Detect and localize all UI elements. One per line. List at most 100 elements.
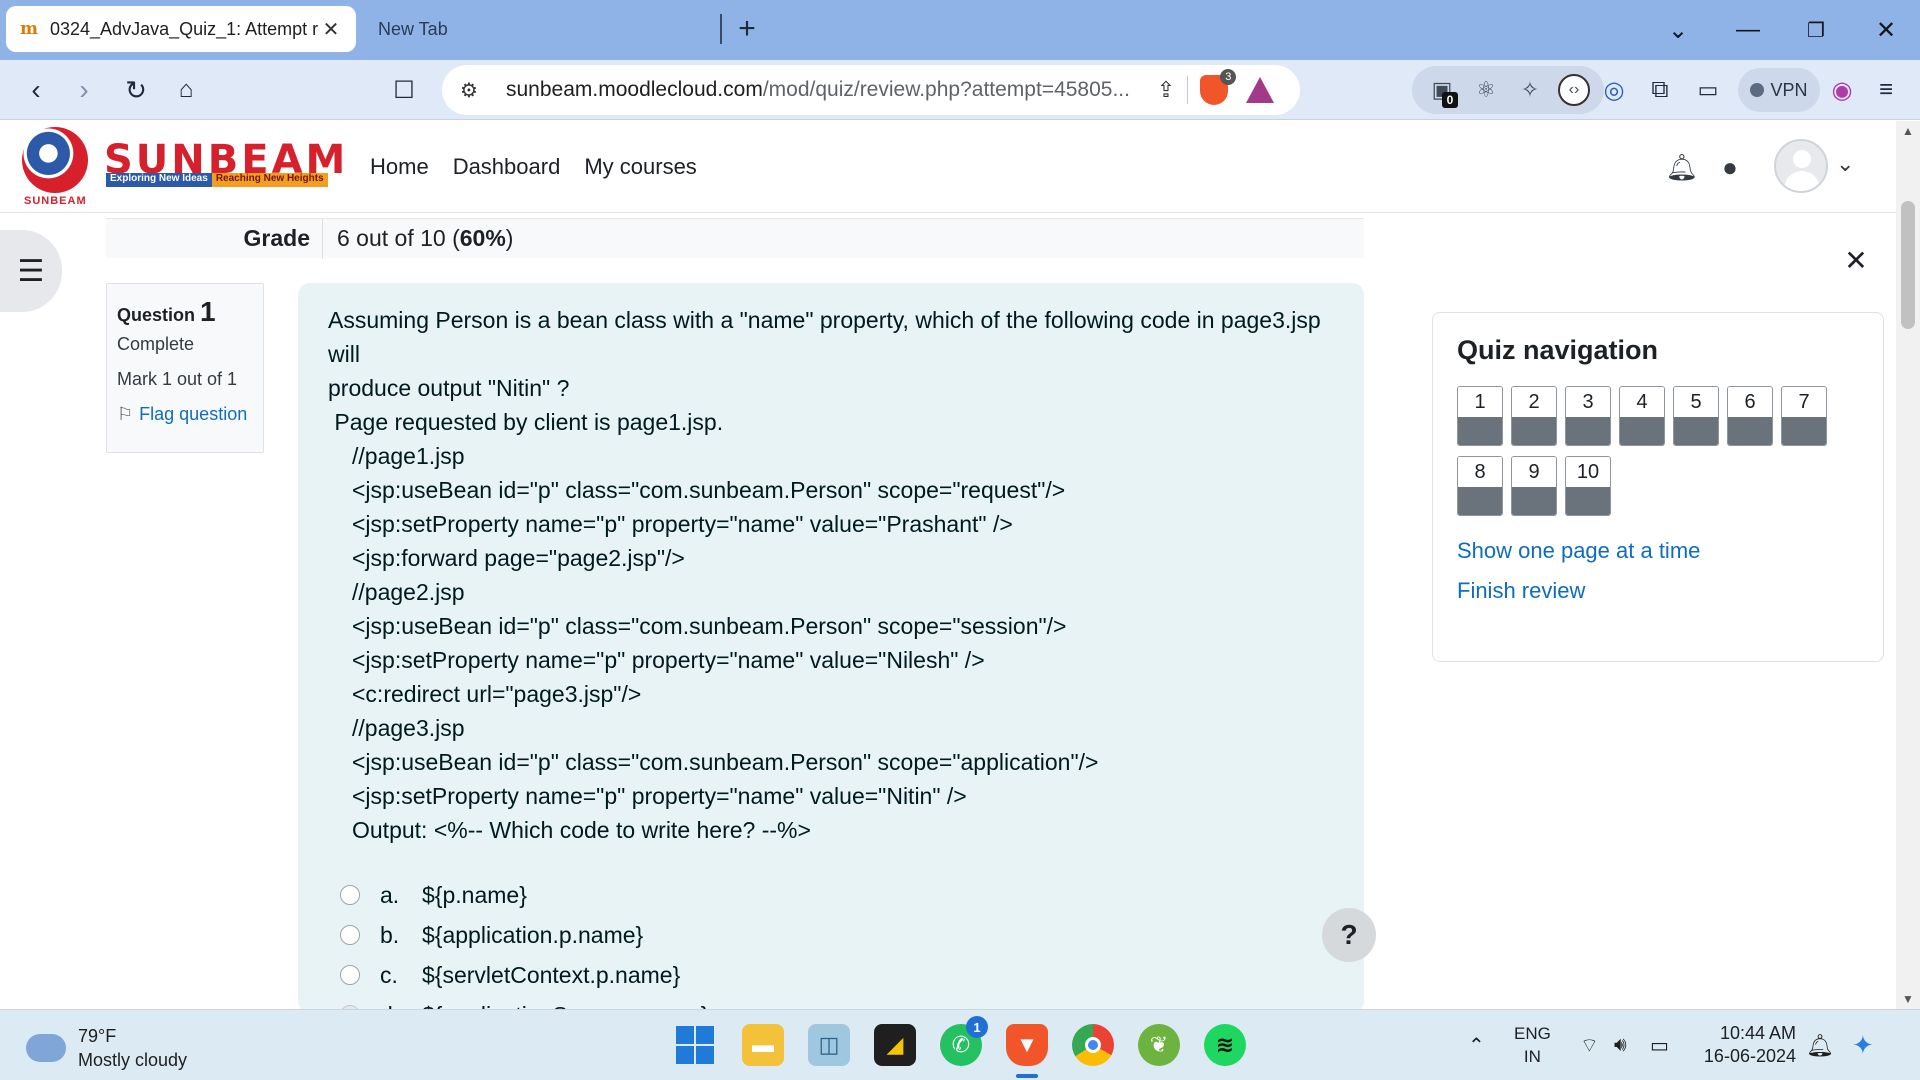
start-windows-icon[interactable] bbox=[674, 1024, 716, 1066]
notifications-bell-icon[interactable]: 🔔︎ bbox=[1664, 149, 1700, 185]
quiz-nav-question-button[interactable]: 8 bbox=[1457, 456, 1503, 516]
code-line: //page1.jsp bbox=[352, 443, 465, 469]
quiz-nav-question-button[interactable]: 2 bbox=[1511, 386, 1557, 446]
answer-radio[interactable] bbox=[340, 885, 360, 905]
nav-dashboard[interactable]: Dashboard bbox=[453, 154, 561, 180]
chrome-icon[interactable] bbox=[1072, 1024, 1114, 1066]
quiz-nav-status bbox=[1512, 417, 1556, 445]
bookmark-icon[interactable]: ☐ bbox=[384, 70, 424, 110]
quiz-nav-number: 6 bbox=[1728, 387, 1772, 417]
reload-icon[interactable]: ↻ bbox=[116, 70, 156, 110]
quiz-nav-question-button[interactable]: 7 bbox=[1781, 386, 1827, 446]
answer-radio[interactable] bbox=[340, 965, 360, 985]
quiz-nav-question-button[interactable]: 9 bbox=[1511, 456, 1557, 516]
whatsapp-icon[interactable]: ✆ 1 bbox=[940, 1016, 988, 1066]
nav-home[interactable]: Home bbox=[370, 154, 429, 180]
active-app-indicator bbox=[1016, 1074, 1038, 1078]
logo-tagline-1: Exploring New Ideas bbox=[106, 173, 212, 187]
scroll-up-icon[interactable]: ▲ bbox=[1896, 121, 1920, 141]
tab-quiz-attempt[interactable]: m 0324_AdvJava_Quiz_1: Attempt r ✕ bbox=[6, 6, 356, 52]
question-label: Question bbox=[117, 305, 196, 325]
wallet-icon[interactable]: ▭ bbox=[1688, 70, 1728, 110]
vpn-button[interactable]: VPN bbox=[1738, 68, 1820, 112]
home-icon[interactable]: ⌂ bbox=[166, 70, 206, 110]
quiz-nav-question-button[interactable]: 3 bbox=[1565, 386, 1611, 446]
scrollbar-thumb[interactable] bbox=[1901, 201, 1915, 329]
weather-widget[interactable]: 79°F Mostly cloudy bbox=[26, 1024, 187, 1072]
quiz-nav-question-button[interactable]: 4 bbox=[1619, 386, 1665, 446]
leo-ai-icon[interactable]: ◉ bbox=[1822, 70, 1862, 110]
messages-icon[interactable]: ● bbox=[1712, 149, 1748, 185]
quiz-nav-question-button[interactable]: 5 bbox=[1673, 386, 1719, 446]
tab-search-chevron-icon[interactable]: ⌄ bbox=[1658, 10, 1698, 50]
system-clock[interactable]: 10:44 AM 16-06-2024 bbox=[1696, 1022, 1796, 1068]
brave-shields-icon[interactable]: 3 bbox=[1200, 69, 1237, 105]
close-window-icon[interactable]: ✕ bbox=[1866, 10, 1906, 50]
scroll-down-icon[interactable]: ▼ bbox=[1896, 989, 1920, 1009]
finish-review-link[interactable]: Finish review bbox=[1457, 578, 1859, 604]
extension-sparkle-icon[interactable]: ✧ bbox=[1514, 74, 1546, 106]
file-explorer-icon[interactable]: ▬ bbox=[742, 1024, 784, 1066]
answer-text: ${p.name} bbox=[422, 882, 527, 908]
user-avatar[interactable] bbox=[1774, 139, 1828, 193]
quiz-nav-status bbox=[1674, 417, 1718, 445]
react-devtools-icon[interactable]: ⚛ bbox=[1470, 74, 1502, 106]
sticky-notes-icon[interactable]: ◢ bbox=[874, 1024, 916, 1066]
spotify-icon[interactable]: ≋ bbox=[1204, 1024, 1246, 1066]
language-indicator[interactable]: ENG IN bbox=[1514, 1022, 1551, 1068]
help-button[interactable]: ? bbox=[1322, 908, 1376, 962]
copilot-icon[interactable]: ✦ bbox=[1852, 1010, 1874, 1080]
quiz-nav-question-button[interactable]: 1 bbox=[1457, 386, 1503, 446]
back-icon[interactable]: ‹ bbox=[16, 70, 56, 110]
sunbeam-logo-icon[interactable] bbox=[22, 127, 88, 193]
answer-option-c[interactable]: c. ${servletContext.p.name} bbox=[328, 955, 1334, 995]
restore-icon[interactable]: ❐ bbox=[1796, 10, 1836, 50]
grade-value-suffix: ) bbox=[505, 225, 514, 251]
quiz-nav-question-button[interactable]: 10 bbox=[1565, 456, 1611, 516]
quiz-nav-status bbox=[1458, 487, 1502, 515]
brave-browser-icon[interactable]: ▼ bbox=[1006, 1024, 1048, 1066]
answer-text: ${application.p.name} bbox=[422, 922, 644, 948]
region-code: IN bbox=[1523, 1047, 1541, 1066]
menu-icon[interactable]: ≡ bbox=[1866, 70, 1906, 110]
address-bar[interactable]: ⚙ sunbeam.moodlecloud.com /mod/quiz/revi… bbox=[442, 65, 1300, 115]
tab-new-tab[interactable]: New Tab bbox=[362, 6, 722, 52]
answer-radio[interactable] bbox=[340, 925, 360, 945]
show-hidden-icons-chevron-icon[interactable]: ⌃ bbox=[1468, 1010, 1485, 1080]
flag-question-link[interactable]: ⚐ Flag question bbox=[117, 404, 253, 425]
code-extension-icon[interactable]: ‹› bbox=[1558, 74, 1590, 106]
answer-option-a[interactable]: a. ${p.name} bbox=[328, 875, 1334, 915]
close-tab-icon[interactable]: ✕ bbox=[318, 16, 344, 42]
notification-bell-icon[interactable]: 🔔︎ bbox=[1806, 1010, 1834, 1080]
browser-toolbar: ‹ › ↻ ⌂ ☐ ⚙ sunbeam.moodlecloud.com /mod… bbox=[0, 60, 1920, 120]
new-tab-button[interactable]: + bbox=[730, 12, 764, 46]
close-drawer-icon[interactable]: ✕ bbox=[1836, 240, 1876, 280]
code-line: <jsp:useBean id="p" class="com.sunbeam.P… bbox=[352, 477, 1066, 503]
user-menu-chevron-icon[interactable]: ⌄ bbox=[1836, 151, 1854, 177]
proton-extension-icon[interactable]: ◎ bbox=[1594, 70, 1634, 110]
grade-percent: 60% bbox=[459, 225, 506, 251]
code-line: //page2.jsp bbox=[352, 579, 465, 605]
quiz-nav-question-button[interactable]: 6 bbox=[1727, 386, 1773, 446]
show-one-page-link[interactable]: Show one page at a time bbox=[1457, 538, 1859, 564]
course-index-toggle-icon[interactable]: ☰ bbox=[0, 230, 62, 312]
extensions-puzzle-icon[interactable]: ⧉ bbox=[1640, 70, 1680, 110]
code-line: Output: <%-- Which code to write here? -… bbox=[352, 817, 811, 843]
volume-icon[interactable]: 🔊︎ bbox=[1614, 1010, 1627, 1080]
spring-tool-suite-icon[interactable]: ❦ bbox=[1138, 1024, 1180, 1066]
photos-app-icon[interactable]: ◫ bbox=[808, 1024, 850, 1066]
answer-option-b[interactable]: b. ${application.p.name} bbox=[328, 915, 1334, 955]
brave-rewards-icon[interactable] bbox=[1246, 77, 1275, 103]
page-scrollbar[interactable]: ▲ ▼ bbox=[1896, 121, 1920, 1009]
nav-my-courses[interactable]: My courses bbox=[584, 154, 696, 180]
share-icon[interactable]: ⇪ bbox=[1157, 77, 1175, 103]
question-code: //page1.jsp <jsp:useBean id="p" class="c… bbox=[328, 439, 1334, 847]
battery-icon[interactable]: ▭ bbox=[1650, 1010, 1669, 1080]
moodle-favicon-icon: m bbox=[20, 19, 38, 39]
wifi-icon[interactable]: ⌔ bbox=[1580, 1010, 1599, 1080]
minimize-icon[interactable]: — bbox=[1728, 10, 1768, 50]
wallet-extension-icon[interactable]: ▣ 0 bbox=[1426, 74, 1458, 108]
logo-caption: SUNBEAM bbox=[24, 195, 87, 207]
site-settings-icon[interactable]: ⚙ bbox=[460, 78, 490, 103]
forward-icon[interactable]: › bbox=[64, 70, 104, 110]
